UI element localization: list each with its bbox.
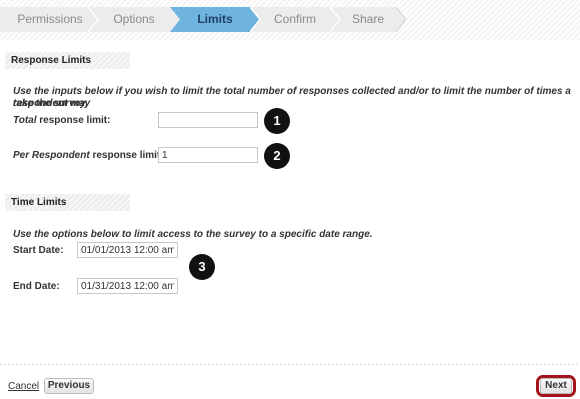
- cancel-link[interactable]: Cancel: [8, 381, 39, 392]
- next-button-highlight: Next: [536, 375, 576, 397]
- response-limits-help-line2: take the survey.: [13, 98, 89, 109]
- wizard-steps: Permissions Options Limits Confirm Share: [0, 7, 580, 32]
- end-date-label: End Date:: [13, 281, 60, 292]
- start-date-input[interactable]: [77, 242, 178, 258]
- callout-badge-1: 1: [264, 108, 290, 134]
- per-respondent-limit-label: Per Respondent response limit:: [13, 150, 164, 161]
- step-limits[interactable]: Limits: [170, 7, 260, 32]
- per-label-rest: response limit:: [89, 150, 164, 161]
- step-limits-label: Limits: [197, 12, 233, 26]
- step-permissions-label: Permissions: [17, 12, 83, 26]
- total-label-rest: response limit:: [36, 115, 111, 126]
- start-date-label: Start Date:: [13, 245, 64, 256]
- previous-button[interactable]: Previous: [44, 378, 94, 394]
- step-confirm[interactable]: Confirm: [250, 7, 340, 32]
- total-response-limit-input[interactable]: [158, 112, 258, 128]
- time-limits-help: Use the options below to limit access to…: [13, 229, 373, 240]
- end-date-input[interactable]: [77, 278, 178, 294]
- callout-badge-3: 3: [189, 254, 215, 280]
- step-options[interactable]: Options: [88, 7, 180, 32]
- wizard-bar: Permissions Options Limits Confirm Share: [0, 0, 580, 40]
- footer-divider: [0, 364, 580, 365]
- step-share[interactable]: Share: [330, 7, 406, 32]
- step-confirm-label: Confirm: [273, 12, 316, 26]
- total-response-limit-label: Total response limit:: [13, 115, 110, 126]
- response-limits-header: Response Limits: [5, 52, 130, 69]
- per-label-em: Per Respondent: [13, 150, 90, 161]
- step-permissions[interactable]: Permissions: [0, 7, 100, 32]
- total-label-em: Total: [13, 115, 37, 126]
- response-limits-help-line1: Use the inputs below if you wish to limi…: [13, 86, 571, 109]
- per-respondent-limit-input[interactable]: [158, 147, 258, 163]
- step-share-label: Share: [351, 12, 385, 26]
- time-limits-header: Time Limits: [5, 194, 130, 211]
- step-options-label: Options: [113, 12, 155, 26]
- callout-badge-2: 2: [264, 143, 290, 169]
- next-button[interactable]: Next: [540, 378, 572, 394]
